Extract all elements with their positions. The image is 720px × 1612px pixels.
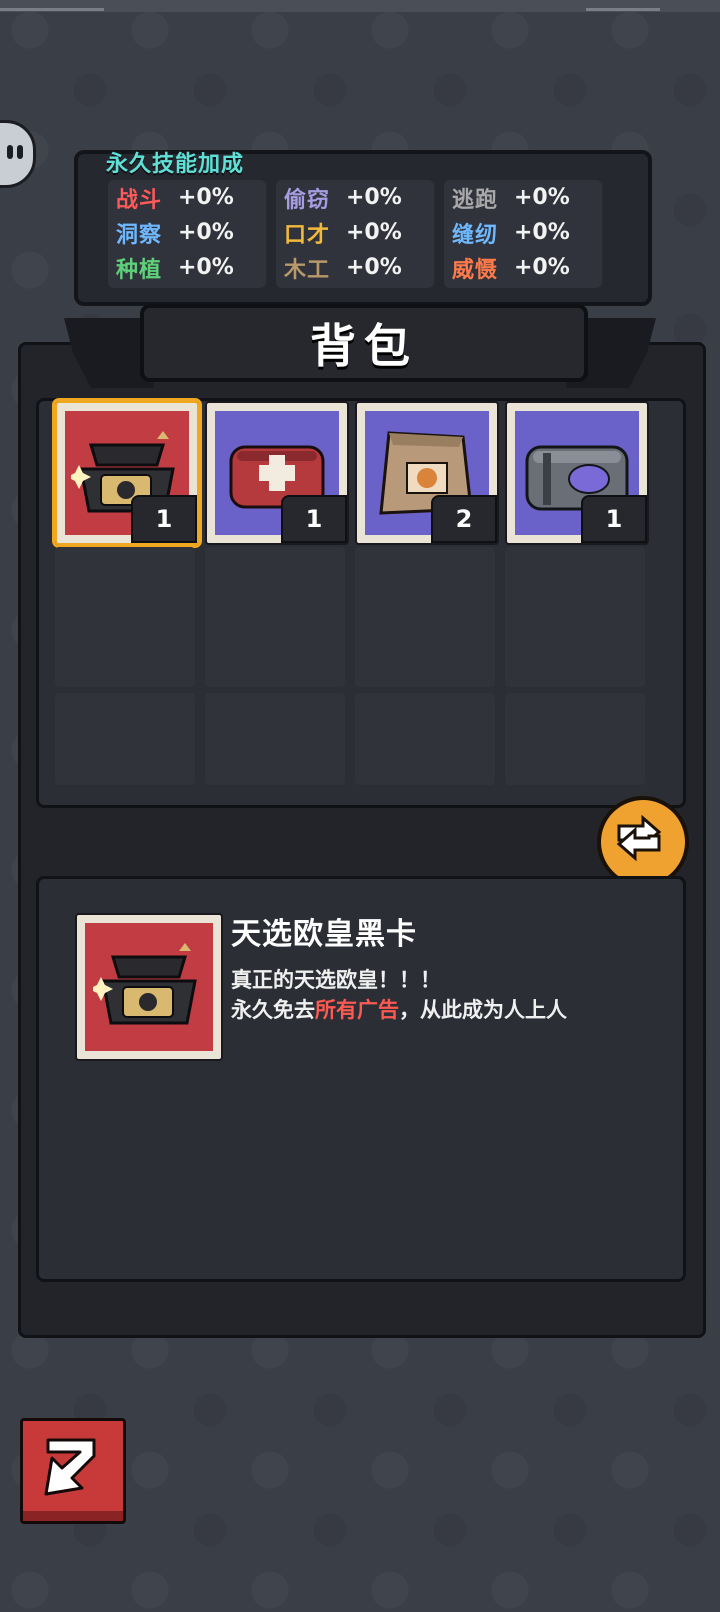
- skill-row: 威慑 +0%: [444, 250, 602, 285]
- inventory-slot-empty[interactable]: [505, 547, 645, 687]
- item-count-badge: 2: [431, 495, 497, 543]
- skill-name: 口才: [284, 222, 331, 248]
- description-line-1: 真正的天选欧皇！！！: [231, 968, 441, 992]
- highlight-text: 所有广告: [315, 998, 399, 1022]
- skill-name: 洞察: [116, 222, 163, 248]
- skill-row: 种植 +0%: [108, 250, 266, 285]
- skill-row: 口才 +0%: [276, 215, 434, 250]
- skill-name: 逃跑: [452, 187, 499, 213]
- inventory-grid: 1 1 2 1: [36, 398, 686, 808]
- skill-name: 战斗: [116, 187, 163, 213]
- skill-row: 逃跑 +0%: [444, 180, 602, 215]
- black-card-gift-box-icon: [93, 943, 197, 1025]
- inventory-slot-empty[interactable]: [355, 547, 495, 687]
- status-strip: [0, 0, 720, 12]
- description-line-2: 永久免去所有广告，从此成为人上人: [231, 998, 567, 1022]
- skill-value: +0%: [346, 220, 402, 245]
- skill-name: 威慑: [452, 257, 499, 283]
- skill-value: +0%: [514, 255, 570, 280]
- detail-item-icon: [75, 913, 223, 1061]
- title-plate: 背包: [140, 304, 588, 382]
- skill-value: +0%: [178, 220, 234, 245]
- skill-value: +0%: [346, 255, 402, 280]
- inventory-slot-1[interactable]: 1: [52, 398, 202, 548]
- inventory-slot-empty[interactable]: [55, 547, 195, 687]
- skill-row: 木工 +0%: [276, 250, 434, 285]
- skill-value: +0%: [514, 220, 570, 245]
- skill-row: 洞察 +0%: [108, 215, 266, 250]
- skill-value: +0%: [178, 185, 234, 210]
- skill-name: 偷窃: [284, 187, 331, 213]
- skill-name: 缝纫: [452, 222, 499, 248]
- item-name: 天选欧皇黑卡: [231, 917, 417, 952]
- inventory-slot-empty[interactable]: [205, 693, 345, 785]
- back-arrow-icon: [44, 1438, 96, 1496]
- inventory-slot-4[interactable]: 1: [505, 401, 649, 545]
- skill-bonus-title: 永久技能加成: [106, 152, 245, 177]
- swap-arrows-icon: [616, 814, 662, 862]
- skill-value: +0%: [346, 185, 402, 210]
- item-count-badge: 1: [581, 495, 647, 543]
- inventory-slot-empty[interactable]: [505, 693, 645, 785]
- skill-name: 种植: [116, 257, 163, 283]
- inventory-slot-2[interactable]: 1: [205, 401, 349, 545]
- inventory-slot-3[interactable]: 2: [355, 401, 499, 545]
- skill-bonus-panel: 永久技能加成 战斗 +0% 洞察 +0% 种植 +0% 偷窃 +0% 口才 +0% 木工 +…: [74, 150, 652, 306]
- inventory-slot-empty[interactable]: [355, 693, 495, 785]
- page-title: 背包: [310, 319, 418, 373]
- item-count-badge: 1: [131, 495, 197, 543]
- skill-row: 战斗 +0%: [108, 180, 266, 215]
- back-button[interactable]: [20, 1418, 126, 1524]
- skill-name: 木工: [284, 257, 331, 283]
- skill-row: 偷窃 +0%: [276, 180, 434, 215]
- item-count-badge: 1: [281, 495, 347, 543]
- inventory-slot-empty[interactable]: [205, 547, 345, 687]
- inventory-slot-empty[interactable]: [55, 693, 195, 785]
- skill-value: +0%: [178, 255, 234, 280]
- item-detail-panel: 天选欧皇黑卡 真正的天选欧皇！！！ 永久免去所有广告，从此成为人上人: [36, 876, 686, 1282]
- skill-column-3: 逃跑 +0% 缝纫 +0% 威慑 +0%: [444, 180, 602, 288]
- skill-row: 缝纫 +0%: [444, 215, 602, 250]
- swap-button[interactable]: [597, 796, 689, 888]
- skill-column-2: 偷窃 +0% 口才 +0% 木工 +0%: [276, 180, 434, 288]
- skill-column-1: 战斗 +0% 洞察 +0% 种植 +0%: [108, 180, 266, 288]
- item-description: 真正的天选欧皇！！！ 永久免去所有广告，从此成为人上人: [231, 965, 567, 1025]
- skill-value: +0%: [514, 185, 570, 210]
